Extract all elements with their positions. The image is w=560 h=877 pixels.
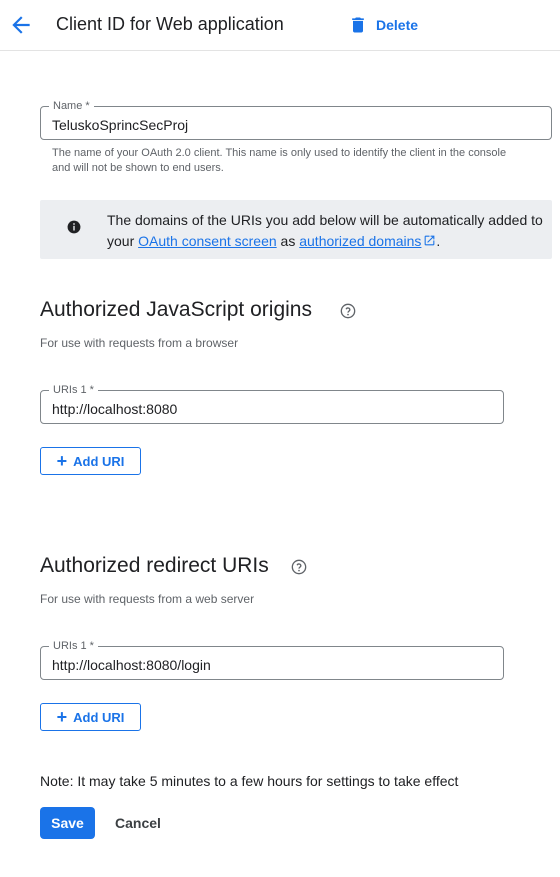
page-header: Client ID for Web application Delete bbox=[0, 0, 560, 51]
redirect-uris-subtitle: For use with requests from a web server bbox=[40, 592, 255, 606]
js-origin-uri-field[interactable]: URIs 1 * http://localhost:8080 bbox=[40, 383, 504, 424]
plus-icon: + bbox=[56, 451, 68, 471]
arrow-back-icon bbox=[12, 16, 30, 34]
js-origin-uri-label: URIs 1 * bbox=[49, 383, 98, 397]
help-circle-icon[interactable] bbox=[291, 559, 307, 575]
info-icon bbox=[67, 220, 81, 234]
plus-icon: + bbox=[56, 707, 68, 727]
add-js-origin-uri-button[interactable]: + Add URI bbox=[40, 447, 141, 475]
add-redirect-uri-button[interactable]: + Add URI bbox=[40, 703, 141, 731]
help-circle-icon[interactable] bbox=[340, 303, 356, 319]
delete-label: Delete bbox=[376, 17, 419, 33]
info-text: The domains of the URIs you add below wi… bbox=[107, 210, 547, 252]
save-button[interactable]: Save bbox=[40, 807, 95, 839]
js-origins-title: Authorized JavaScript origins bbox=[40, 298, 312, 321]
name-helper-text: The name of your OAuth 2.0 client. This … bbox=[52, 147, 507, 174]
redirect-uris-title: Authorized redirect URIs bbox=[40, 554, 269, 577]
add-uri-label: Add URI bbox=[73, 709, 125, 725]
redirect-uri-value[interactable]: http://localhost:8080/login bbox=[52, 657, 211, 673]
name-field-value[interactable]: TeluskoSprincSecProj bbox=[52, 117, 188, 133]
authorized-domains-label: authorized domains bbox=[299, 233, 422, 249]
oauth-consent-link[interactable]: OAuth consent screen bbox=[138, 233, 277, 249]
settings-note: Note: It may take 5 minutes to a few hou… bbox=[40, 773, 459, 789]
info-banner: The domains of the URIs you add below wi… bbox=[40, 200, 552, 259]
redirect-uri-field[interactable]: URIs 1 * http://localhost:8080/login bbox=[40, 639, 504, 680]
back-button[interactable] bbox=[8, 12, 34, 38]
js-origins-subtitle: For use with requests from a browser bbox=[40, 336, 239, 350]
delete-button[interactable]: Delete bbox=[348, 13, 418, 37]
name-field-label: Name * bbox=[49, 99, 94, 113]
redirect-uri-label: URIs 1 * bbox=[49, 639, 98, 653]
authorized-domains-link[interactable]: authorized domains bbox=[299, 233, 436, 249]
cancel-button[interactable]: Cancel bbox=[107, 807, 169, 839]
external-link-icon bbox=[425, 235, 435, 246]
trash-icon bbox=[352, 17, 364, 33]
name-field[interactable]: Name * TeluskoSprincSecProj bbox=[40, 99, 552, 140]
page-title: Client ID for Web application bbox=[56, 14, 284, 34]
info-text-mid: as bbox=[276, 233, 300, 249]
add-uri-label: Add URI bbox=[73, 453, 125, 469]
js-origin-uri-value[interactable]: http://localhost:8080 bbox=[52, 401, 177, 417]
info-text-after: . bbox=[436, 233, 441, 249]
